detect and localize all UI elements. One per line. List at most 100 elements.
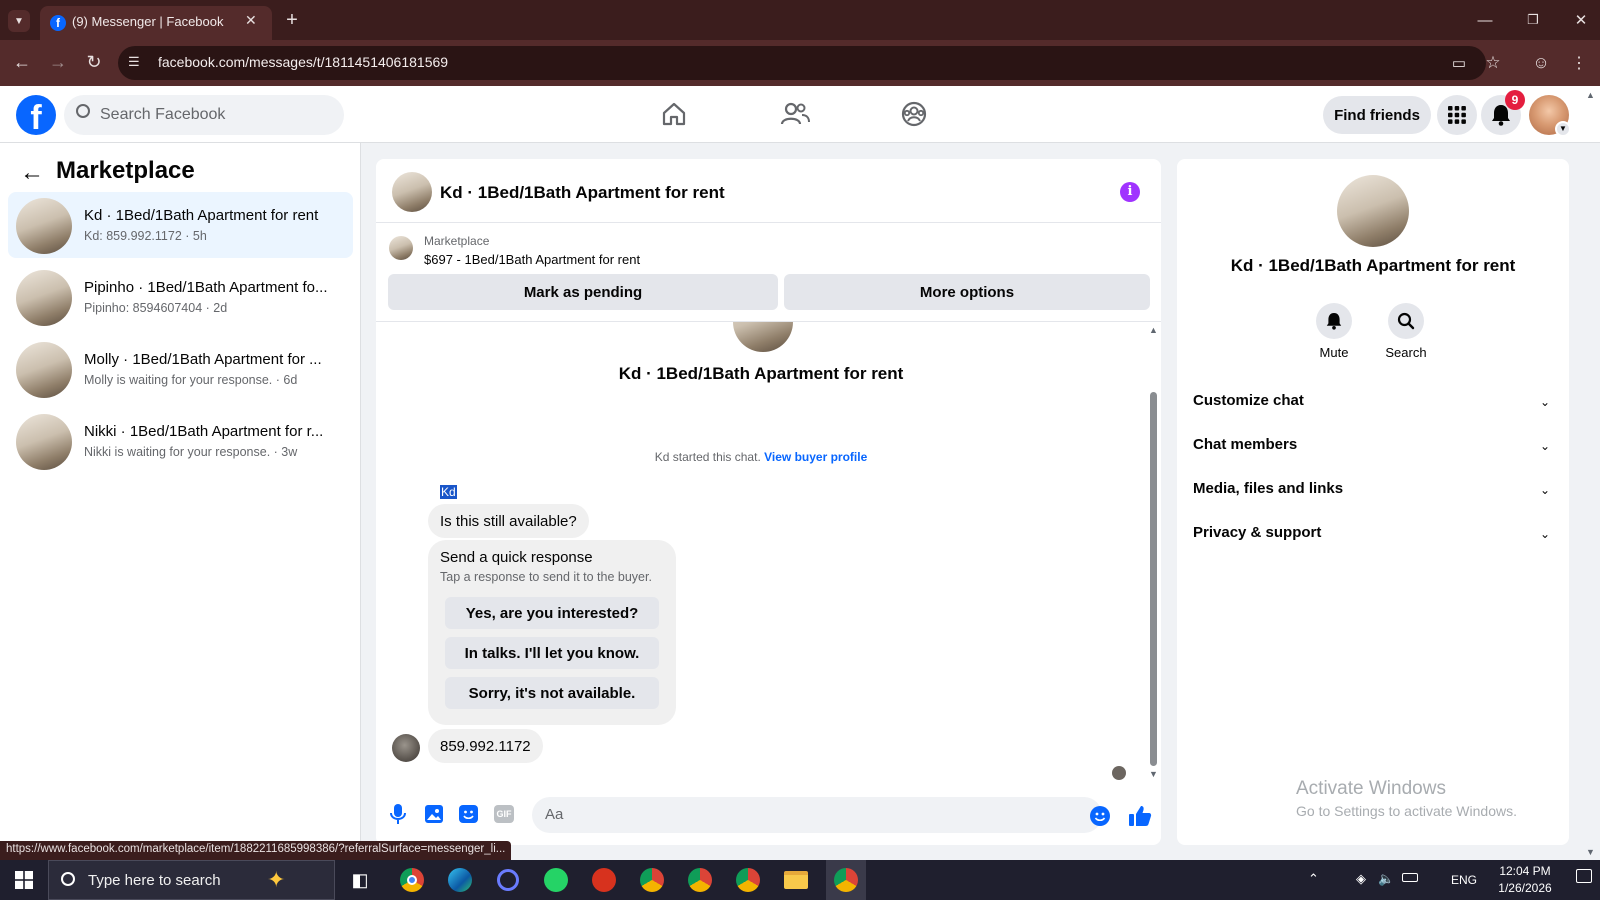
taskbar-language[interactable]: ENG (1451, 873, 1477, 887)
customize-chat-section[interactable]: Customize chat (1193, 392, 1304, 409)
mute-button[interactable] (1316, 303, 1352, 339)
chat-title[interactable]: Kd · 1Bed/1Bath Apartment for rent (440, 183, 725, 203)
search-conversation-button[interactable] (1388, 303, 1424, 339)
chat-members-section[interactable]: Chat members (1193, 436, 1297, 453)
view-buyer-profile-link[interactable]: View buyer profile (764, 450, 867, 464)
taskbar-search-box[interactable]: Type here to search ✦ (48, 860, 335, 900)
friends-icon[interactable] (780, 100, 810, 128)
gif-icon[interactable]: GIF (494, 805, 514, 823)
seen-avatar (1112, 766, 1126, 780)
browser-tab[interactable]: f (9) Messenger | Facebook ✕ (40, 6, 272, 40)
chrome-profile-taskbar-icon[interactable] (680, 860, 720, 900)
chat-scrollbar[interactable]: ▲ ▼ (1147, 325, 1159, 780)
chrome-profile-taskbar-icon[interactable] (728, 860, 768, 900)
scroll-down-icon[interactable]: ▼ (1149, 769, 1158, 779)
message-input[interactable]: Aa (532, 797, 1102, 833)
conversation-name: Nikki · 1Bed/1Bath Apartment for r... (84, 423, 324, 440)
facebook-logo-icon[interactable]: f (16, 95, 56, 135)
conversation-item[interactable]: Molly · 1Bed/1Bath Apartment for ... Mol… (8, 336, 353, 402)
thumbs-up-icon[interactable] (1128, 804, 1152, 828)
conversation-item[interactable]: Nikki · 1Bed/1Bath Apartment for r... Ni… (8, 408, 353, 474)
window-close-icon[interactable]: ✕ (1566, 8, 1596, 32)
search-label: Search (1385, 345, 1427, 360)
browser-menu-icon[interactable]: ⋮ (1568, 52, 1590, 74)
account-chevron-icon[interactable]: ▼ (1555, 121, 1571, 137)
chrome-active-taskbar-icon[interactable] (826, 860, 866, 900)
chat-header-avatar[interactable] (392, 172, 432, 212)
tray-chevron-icon[interactable]: ⌃ (1308, 871, 1319, 887)
quick-response-subtitle: Tap a response to send it to the buyer. (440, 570, 652, 584)
forward-icon[interactable]: → (46, 50, 70, 74)
sender-avatar[interactable] (392, 734, 420, 762)
task-view-icon[interactable]: ◧ (340, 860, 380, 900)
url-field[interactable]: ☰ facebook.com/messages/t/18114514061815… (118, 46, 1486, 80)
url-text: facebook.com/messages/t/1811451406181569 (158, 54, 449, 70)
facebook-search-input[interactable]: Search Facebook (64, 95, 344, 135)
emoji-icon[interactable] (1090, 806, 1110, 826)
tab-search-icon[interactable]: ▼ (8, 10, 30, 32)
taskbar-date[interactable]: 1/26/2026 (1490, 881, 1560, 895)
network-icon[interactable]: ◈ (1356, 871, 1366, 887)
conversation-item[interactable]: Pipinho · 1Bed/1Bath Apartment fo... Pip… (8, 264, 353, 330)
notification-center-icon[interactable] (1576, 869, 1592, 883)
listing-price-link[interactable]: $697 - 1Bed/1Bath Apartment for rent (424, 252, 640, 267)
site-info-icon[interactable]: ☰ (128, 54, 140, 70)
install-app-icon[interactable]: ▭ (1448, 52, 1470, 74)
whatsapp-taskbar-icon[interactable] (536, 860, 576, 900)
message-bubble[interactable]: 859.992.1172 (428, 729, 543, 763)
sticker-icon[interactable] (459, 805, 478, 823)
chevron-down-icon[interactable]: ⌄ (1540, 439, 1550, 453)
conversation-item[interactable]: Kd · 1Bed/1Bath Apartment for rent Kd: 8… (8, 192, 353, 258)
details-name: Kd · 1Bed/1Bath Apartment for rent (1230, 256, 1516, 275)
conversation-preview: Kd: 859.992.1172 · 5h (84, 229, 207, 243)
scroll-up-icon[interactable]: ▲ (1149, 325, 1158, 335)
reload-icon[interactable]: ↻ (82, 50, 106, 74)
photo-icon[interactable] (425, 805, 443, 823)
chat-info-icon[interactable]: i (1120, 182, 1140, 202)
profile-icon[interactable]: ☺ (1530, 52, 1552, 74)
chevron-down-icon[interactable]: ⌄ (1540, 527, 1550, 541)
mark-pending-button[interactable]: Mark as pending (388, 274, 778, 310)
taskbar-time[interactable]: 12:04 PM (1490, 864, 1560, 878)
privacy-support-section[interactable]: Privacy & support (1193, 524, 1321, 541)
microphone-icon[interactable] (390, 803, 406, 825)
media-files-links-section[interactable]: Media, files and links (1193, 480, 1343, 497)
restore-icon[interactable]: ❐ (1518, 8, 1548, 32)
chevron-down-icon[interactable]: ⌄ (1540, 395, 1550, 409)
vpn-taskbar-icon[interactable] (584, 860, 624, 900)
message-bubble[interactable]: Is this still available? (428, 504, 589, 538)
app-taskbar-icon[interactable] (488, 860, 528, 900)
menu-grid-button[interactable] (1437, 95, 1477, 135)
more-options-button[interactable]: More options (784, 274, 1150, 310)
bookmark-star-icon[interactable]: ☆ (1482, 52, 1504, 74)
page-scroll-up-icon[interactable]: ▲ (1586, 90, 1595, 100)
windows-watermark-title: Activate Windows (1296, 778, 1446, 799)
tab-close-icon[interactable]: ✕ (245, 12, 257, 29)
back-icon[interactable]: ← (10, 50, 34, 74)
quick-reply-button[interactable]: In talks. I'll let you know. (445, 637, 659, 669)
facebook-favicon-icon: f (50, 15, 66, 31)
quick-reply-button[interactable]: Yes, are you interested? (445, 597, 659, 629)
chrome-taskbar-icon[interactable] (392, 860, 432, 900)
mute-label: Mute (1319, 345, 1349, 360)
chevron-down-icon[interactable]: ⌄ (1540, 483, 1550, 497)
scrollbar-thumb[interactable] (1150, 392, 1157, 766)
groups-icon[interactable] (900, 100, 928, 128)
battery-icon[interactable] (1402, 873, 1418, 882)
page-scroll-down-icon[interactable]: ▼ (1586, 847, 1595, 857)
find-friends-button[interactable]: Find friends (1323, 96, 1431, 134)
edge-taskbar-icon[interactable] (440, 860, 480, 900)
grid-icon (1448, 106, 1466, 124)
home-icon[interactable] (660, 100, 688, 128)
volume-icon[interactable]: 🔈 (1378, 871, 1394, 887)
windows-start-icon[interactable] (4, 860, 44, 900)
file-explorer-taskbar-icon[interactable] (776, 860, 816, 900)
quick-reply-button[interactable]: Sorry, it's not available. (445, 677, 659, 709)
back-arrow-icon[interactable]: ← (20, 159, 44, 187)
listing-small-thumbnail (389, 236, 413, 260)
new-tab-icon[interactable]: + (280, 8, 304, 32)
taskbar-search-placeholder: Type here to search (88, 872, 221, 889)
details-avatar[interactable] (1337, 175, 1409, 247)
chrome-profile-taskbar-icon[interactable] (632, 860, 672, 900)
minimize-icon[interactable]: — (1470, 8, 1500, 32)
